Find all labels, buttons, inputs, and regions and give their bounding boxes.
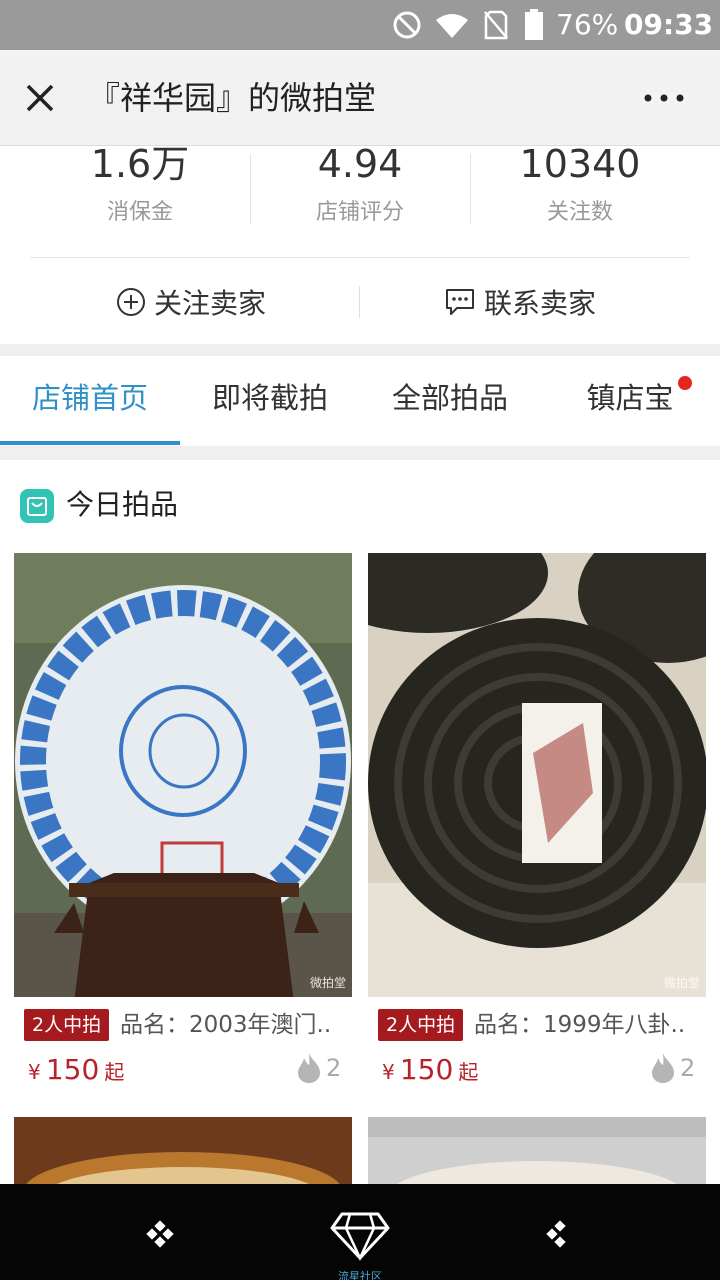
bag-icon xyxy=(20,489,54,523)
dnd-icon xyxy=(393,11,421,39)
product-image[interactable]: 微拍堂 xyxy=(368,553,706,997)
no-sim-icon xyxy=(484,10,508,40)
separator xyxy=(0,446,720,460)
product-name: 品名：2003年澳门.. xyxy=(120,1012,332,1038)
battery-percent: 76% xyxy=(556,8,619,41)
tab-all-items[interactable]: 全部拍品 xyxy=(360,356,540,446)
follow-seller-label: 关注卖家 xyxy=(154,287,267,320)
chat-icon xyxy=(446,289,474,315)
follow-seller-button[interactable]: 关注卖家 xyxy=(116,280,266,324)
wifi-icon xyxy=(436,14,468,38)
tab-ending-soon[interactable]: 即将截拍 xyxy=(180,356,360,446)
currency-symbol: ¥ xyxy=(28,1060,41,1084)
watermark: 微拍堂 xyxy=(309,976,346,990)
tab-treasure[interactable]: 镇店宝 xyxy=(540,356,720,446)
product-name: 品名：1999年八卦.. xyxy=(474,1012,686,1038)
hot-count: 2 xyxy=(650,1051,695,1085)
product-image[interactable] xyxy=(368,1117,706,1187)
shop-stats: 1.6万 消保金 4.94 店铺评分 10340 关注数 xyxy=(0,142,720,258)
product-price: ¥ 150 起 xyxy=(28,1053,124,1086)
section-title: 今日拍品 xyxy=(66,488,179,521)
contact-seller-label: 联系卖家 xyxy=(484,287,597,320)
title-bar: 『祥华园』的微拍堂 xyxy=(0,50,720,146)
product-image[interactable] xyxy=(14,1117,352,1187)
close-icon[interactable] xyxy=(16,74,64,122)
nav-left-button[interactable] xyxy=(120,1184,200,1280)
stat-value: 1.6万 xyxy=(90,142,190,186)
stat-rating: 4.94 店铺评分 xyxy=(250,142,470,228)
stat-value: 10340 xyxy=(519,142,641,186)
price-suffix: 起 xyxy=(458,1060,479,1084)
stat-followers: 10340 关注数 xyxy=(470,142,690,228)
price-suffix: 起 xyxy=(104,1060,125,1084)
more-icon[interactable] xyxy=(636,74,692,122)
hot-count-value: 2 xyxy=(680,1054,696,1082)
product-card[interactable]: 微拍堂 2人中拍 品名：1999年八卦.. ¥ 150 起 2 xyxy=(368,553,706,1093)
price-value: 150 xyxy=(399,1053,454,1086)
hot-count: 2 xyxy=(296,1051,341,1085)
seller-actions: 关注卖家 联系卖家 xyxy=(0,258,720,344)
diamond-icon xyxy=(330,1212,390,1261)
product-card[interactable]: 微拍堂 2人中拍 品名：2003年澳门.. ¥ 150 起 2 xyxy=(14,553,352,1093)
watermark: 微拍堂 xyxy=(663,976,700,990)
product-price: ¥ 150 起 xyxy=(382,1053,478,1086)
section-header: 今日拍品 xyxy=(0,460,720,550)
plus-circle-icon xyxy=(117,288,145,316)
bottom-nav: 流星社区 xyxy=(0,1184,720,1280)
nav-community-button[interactable]: 流星社区 xyxy=(310,1184,410,1280)
winners-badge: 2人中拍 xyxy=(378,1009,464,1041)
nav-community-label: 流星社区 xyxy=(338,1270,382,1280)
notification-dot xyxy=(678,376,692,390)
battery-icon xyxy=(525,9,543,40)
tea-cake-image xyxy=(14,553,352,997)
stat-deposit: 1.6万 消保金 xyxy=(30,142,250,228)
clock: 09:33 xyxy=(624,8,714,41)
stat-label: 关注数 xyxy=(546,200,613,225)
stat-label: 店铺评分 xyxy=(315,200,404,225)
separator xyxy=(0,344,720,356)
product-card[interactable] xyxy=(14,1117,352,1187)
hot-count-value: 2 xyxy=(326,1054,342,1082)
product-image[interactable]: 微拍堂 xyxy=(14,553,352,997)
page-title: 『祥华园』的微拍堂 xyxy=(88,79,377,117)
stat-value: 4.94 xyxy=(317,142,403,186)
nav-right-button[interactable] xyxy=(520,1184,600,1280)
flame-icon xyxy=(298,1053,320,1083)
currency-symbol: ¥ xyxy=(382,1060,395,1084)
active-tab-indicator xyxy=(0,441,180,445)
status-bar: 76% 09:33 xyxy=(0,0,720,50)
product-card[interactable] xyxy=(368,1117,706,1187)
price-value: 150 xyxy=(45,1053,100,1086)
shop-tabs: 店铺首页 即将截拍 全部拍品 镇店宝 xyxy=(0,356,720,446)
sparkle-icon xyxy=(546,1220,566,1248)
divider xyxy=(359,286,360,318)
flame-icon xyxy=(652,1053,674,1083)
sparkle-icon xyxy=(146,1220,174,1248)
winners-badge: 2人中拍 xyxy=(24,1009,110,1041)
stat-label: 消保金 xyxy=(106,200,173,225)
contact-seller-button[interactable]: 联系卖家 xyxy=(444,280,596,324)
tab-shop-home[interactable]: 店铺首页 xyxy=(0,356,180,446)
tea-cake-image xyxy=(368,553,706,997)
